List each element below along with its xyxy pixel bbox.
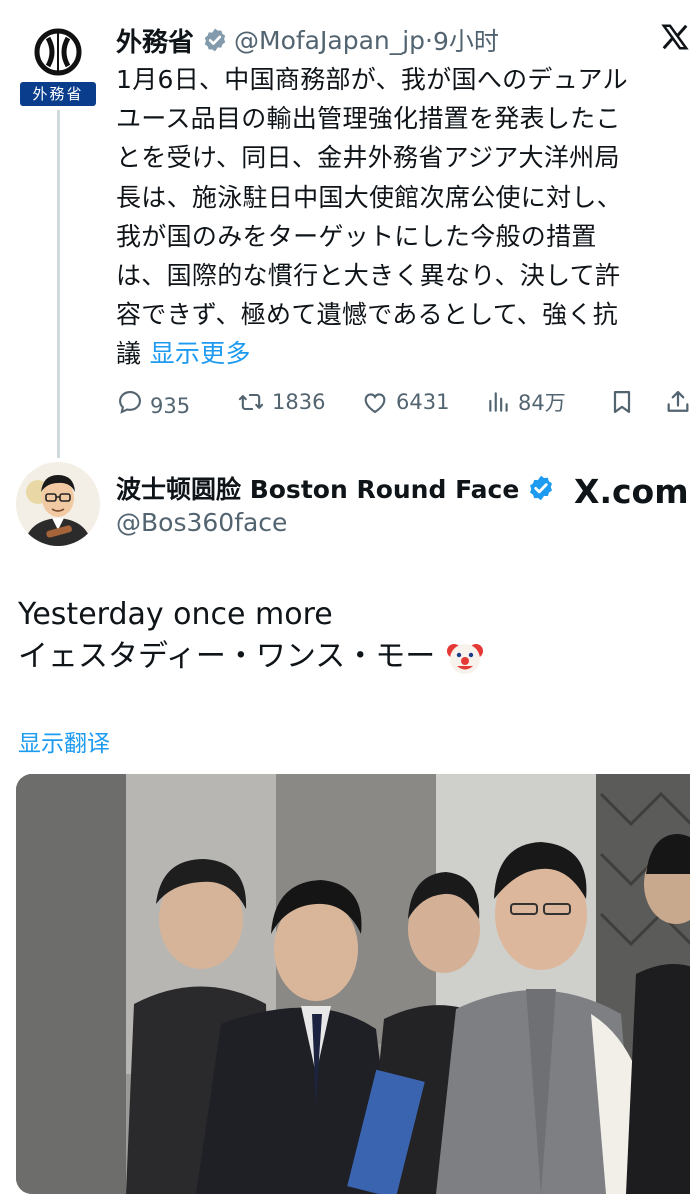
cartoon-man-avatar-icon — [16, 462, 100, 546]
tweet1-line: ユース品目の輸出管理強化措置を発表したこ — [116, 104, 621, 134]
show-more-link[interactable]: 显示更多 — [150, 339, 251, 368]
tweet1-handle[interactable]: @MofaJapan_jp — [234, 26, 425, 55]
reply-icon — [119, 391, 141, 414]
brf-avatar[interactable] — [16, 462, 100, 546]
xcom-watermark: X.com — [574, 472, 689, 511]
share-icon — [667, 390, 689, 412]
thread-line — [57, 110, 60, 458]
tweet1-display-name[interactable]: 外務省 — [116, 22, 194, 59]
heart-icon — [364, 393, 386, 414]
mofa-emblem-icon — [34, 28, 82, 76]
officials-meeting-photo — [16, 774, 690, 1194]
tweet2-text: Yesterday once more イェスタディー・ワンス・モー — [18, 594, 485, 678]
share-button[interactable] — [664, 387, 690, 417]
tweet1-last-line: 議 显示更多 — [116, 334, 690, 373]
tweet1-action-bar: 935 1836 6431 84万 — [116, 384, 690, 420]
blue-verified-badge-icon — [530, 475, 553, 501]
tweet1-line: は、国際的な慣行と大きく異なり、決して許 — [116, 261, 621, 291]
mofa-avatar[interactable]: 外務省 — [16, 22, 100, 106]
reply-count: 935 — [150, 394, 191, 418]
repost-button[interactable]: 1836 — [236, 388, 325, 416]
reply-button[interactable]: 935 — [116, 386, 190, 418]
tweet1-line: 容できず、極めて遺憾であるとして、強く抗 — [116, 300, 619, 330]
views-count: 84万 — [518, 391, 566, 415]
tweet2-display-name[interactable]: 波士顿圆脸 Boston Round Face — [116, 470, 519, 506]
translate-link[interactable]: 显示翻译 — [18, 724, 110, 758]
gray-verified-badge-icon — [204, 28, 226, 52]
tweet2-name-row: 波士顿圆脸 Boston Round Face — [116, 468, 555, 508]
like-count: 6431 — [396, 390, 450, 414]
separator-dot: · — [425, 25, 433, 55]
tweet2-photo[interactable] — [16, 774, 690, 1194]
x-logo-icon[interactable] — [660, 22, 690, 60]
tweet1-body: 1月6日、中国商務部が、我が国へのデュアル ユース品目の輸出管理強化措置を発表し… — [116, 60, 690, 374]
tweet2-handle[interactable]: @Bos360face — [116, 508, 287, 537]
tweet1-last-word: 議 — [116, 339, 142, 369]
mofa-avatar-label: 外務省 — [20, 82, 96, 106]
tweet2-line-1: Yesterday once more — [18, 597, 333, 632]
tweet1-line: 1月6日、中国商務部が、我が国へのデュアル — [116, 65, 628, 94]
like-button[interactable]: 6431 — [360, 388, 449, 416]
tweet1-timestamp[interactable]: 9小时 — [433, 22, 499, 58]
tweet1-header: 外務省 @MofaJapan_jp · 9小时 — [116, 22, 499, 58]
repost-icon — [238, 393, 264, 411]
tweet1-line: 長は、施泳駐日中国大使館次席公使に対し、 — [116, 182, 623, 212]
tweet2-line-2: イェスタディー・ワンス・モー — [18, 636, 485, 678]
tweet1-line: 我が国のみをターゲットにした今般の措置 — [116, 221, 597, 251]
tweet1-line: とを受け、同日、金井外務省アジア大洋州局 — [116, 143, 620, 173]
bookmark-icon — [613, 390, 631, 414]
views-button[interactable]: 84万 — [486, 387, 566, 417]
clown-face-icon — [447, 643, 484, 674]
views-chart-icon — [489, 392, 508, 412]
bookmark-button[interactable] — [608, 387, 642, 417]
repost-count: 1836 — [272, 390, 326, 414]
tweet2-line-2-text: イェスタディー・ワンス・モー — [18, 639, 436, 674]
